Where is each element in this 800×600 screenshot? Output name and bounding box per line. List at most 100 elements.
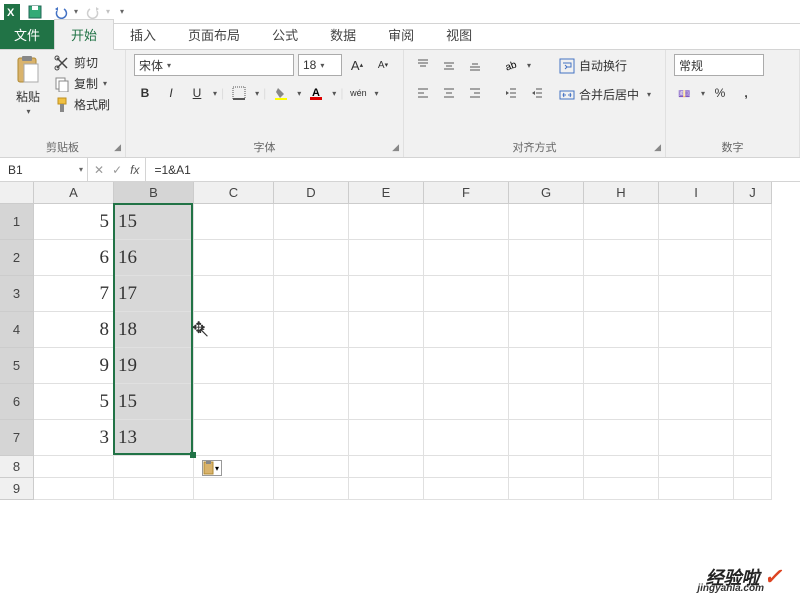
- cell-F6[interactable]: [424, 384, 509, 420]
- formula-input[interactable]: =1&A1: [146, 158, 800, 181]
- cell-J9[interactable]: [734, 478, 772, 500]
- cell-F3[interactable]: [424, 276, 509, 312]
- cell-I4[interactable]: [659, 312, 734, 348]
- bold-button[interactable]: B: [134, 82, 156, 104]
- clipboard-dialog-launcher[interactable]: ◢: [114, 142, 121, 153]
- cell-C6[interactable]: [194, 384, 274, 420]
- cell-A3[interactable]: 7: [34, 276, 114, 312]
- cell-C7[interactable]: [194, 420, 274, 456]
- cell-B1[interactable]: 15: [114, 204, 194, 240]
- cell-B9[interactable]: [114, 478, 194, 500]
- tab-review[interactable]: 审阅: [372, 20, 430, 49]
- increase-indent-button[interactable]: [526, 82, 548, 104]
- cell-H6[interactable]: [584, 384, 659, 420]
- cell-J3[interactable]: [734, 276, 772, 312]
- cell-A4[interactable]: 8: [34, 312, 114, 348]
- cell-J4[interactable]: [734, 312, 772, 348]
- name-box[interactable]: B1 ▾: [0, 158, 88, 181]
- cell-E9[interactable]: [349, 478, 424, 500]
- cell-F9[interactable]: [424, 478, 509, 500]
- tab-data[interactable]: 数据: [314, 20, 372, 49]
- font-size-combo[interactable]: 18▾: [298, 54, 342, 76]
- comma-button[interactable]: ,: [735, 82, 757, 104]
- font-color-button[interactable]: A: [305, 82, 327, 104]
- align-left-button[interactable]: [412, 82, 434, 104]
- cell-D7[interactable]: [274, 420, 349, 456]
- cell-F1[interactable]: [424, 204, 509, 240]
- orientation-button[interactable]: ab: [500, 54, 522, 76]
- cell-G5[interactable]: [509, 348, 584, 384]
- cell-D4[interactable]: [274, 312, 349, 348]
- align-bottom-button[interactable]: [464, 54, 486, 76]
- copy-button[interactable]: 复制▾: [54, 75, 110, 92]
- row-header-8[interactable]: 8: [0, 456, 34, 478]
- cell-G8[interactable]: [509, 456, 584, 478]
- currency-button[interactable]: 💷: [674, 82, 696, 104]
- cell-J8[interactable]: [734, 456, 772, 478]
- cell-E4[interactable]: [349, 312, 424, 348]
- align-top-button[interactable]: [412, 54, 434, 76]
- wrap-text-button[interactable]: 自动换行: [554, 54, 656, 77]
- align-right-button[interactable]: [464, 82, 486, 104]
- paste-options-button[interactable]: ▾: [202, 460, 222, 476]
- redo-button[interactable]: [82, 1, 104, 23]
- column-header-G[interactable]: G: [509, 182, 584, 204]
- qat-customize[interactable]: ▾: [120, 7, 124, 16]
- cell-H3[interactable]: [584, 276, 659, 312]
- cell-C1[interactable]: [194, 204, 274, 240]
- cell-J1[interactable]: [734, 204, 772, 240]
- cut-button[interactable]: 剪切: [54, 54, 110, 71]
- cell-D2[interactable]: [274, 240, 349, 276]
- row-header-9[interactable]: 9: [0, 478, 34, 500]
- cancel-button[interactable]: ✕: [94, 163, 104, 177]
- cell-D5[interactable]: [274, 348, 349, 384]
- cell-D9[interactable]: [274, 478, 349, 500]
- underline-button[interactable]: U: [186, 82, 208, 104]
- cell-E1[interactable]: [349, 204, 424, 240]
- cell-B4[interactable]: 18: [114, 312, 194, 348]
- cell-I2[interactable]: [659, 240, 734, 276]
- alignment-dialog-launcher[interactable]: ◢: [654, 142, 661, 153]
- cell-H4[interactable]: [584, 312, 659, 348]
- border-button[interactable]: [228, 82, 250, 104]
- cell-C2[interactable]: [194, 240, 274, 276]
- column-header-J[interactable]: J: [734, 182, 772, 204]
- tab-formulas[interactable]: 公式: [256, 20, 314, 49]
- cell-B8[interactable]: [114, 456, 194, 478]
- cell-J6[interactable]: [734, 384, 772, 420]
- cell-G7[interactable]: [509, 420, 584, 456]
- format-painter-button[interactable]: 格式刷: [54, 96, 110, 113]
- cell-I5[interactable]: [659, 348, 734, 384]
- tab-insert[interactable]: 插入: [114, 20, 172, 49]
- cell-B3[interactable]: 17: [114, 276, 194, 312]
- tab-home[interactable]: 开始: [54, 19, 114, 50]
- cell-D8[interactable]: [274, 456, 349, 478]
- tab-file[interactable]: 文件: [0, 20, 54, 49]
- column-header-E[interactable]: E: [349, 182, 424, 204]
- cell-E8[interactable]: [349, 456, 424, 478]
- cell-C4[interactable]: [194, 312, 274, 348]
- cell-A1[interactable]: 5: [34, 204, 114, 240]
- cell-B7[interactable]: 13: [114, 420, 194, 456]
- column-header-H[interactable]: H: [584, 182, 659, 204]
- font-name-combo[interactable]: 宋体▾: [134, 54, 294, 76]
- decrease-indent-button[interactable]: [500, 82, 522, 104]
- cell-D6[interactable]: [274, 384, 349, 420]
- cell-F8[interactable]: [424, 456, 509, 478]
- cell-C9[interactable]: [194, 478, 274, 500]
- column-header-I[interactable]: I: [659, 182, 734, 204]
- paste-dropdown-icon[interactable]: ▾: [26, 107, 30, 116]
- column-header-F[interactable]: F: [424, 182, 509, 204]
- number-format-combo[interactable]: 常规: [674, 54, 764, 76]
- cell-I7[interactable]: [659, 420, 734, 456]
- column-header-D[interactable]: D: [274, 182, 349, 204]
- cell-A6[interactable]: 5: [34, 384, 114, 420]
- cell-F7[interactable]: [424, 420, 509, 456]
- cell-F5[interactable]: [424, 348, 509, 384]
- align-middle-button[interactable]: [438, 54, 460, 76]
- cell-I3[interactable]: [659, 276, 734, 312]
- fx-button[interactable]: fx: [130, 163, 139, 177]
- cell-I6[interactable]: [659, 384, 734, 420]
- phonetic-button[interactable]: wén: [347, 82, 369, 104]
- row-header-1[interactable]: 1: [0, 204, 34, 240]
